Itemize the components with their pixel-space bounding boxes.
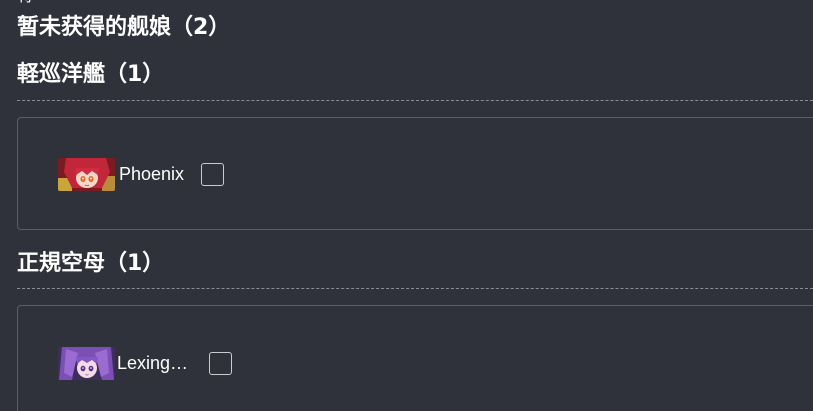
- section-divider: [17, 100, 813, 101]
- red-hair-avatar-icon: [58, 157, 115, 191]
- ship-name: Phoenix: [119, 163, 185, 184]
- ship-select-checkbox[interactable]: [201, 162, 224, 186]
- section-heading-fleet-carrier: 正規空母（1）: [17, 251, 165, 276]
- ship-collection-page: 将 暂未获得的舰娘（2） 軽巡洋艦（1）: [0, 0, 813, 411]
- ship-list-card-fleet-carrier: Lexing…: [17, 305, 813, 411]
- purple-hair-avatar-icon: [58, 346, 115, 380]
- ship-list-card-light-cruiser: Phoenix: [17, 117, 813, 230]
- ship-item-phoenix[interactable]: Phoenix: [58, 157, 224, 191]
- cut-off-text: 将: [17, 0, 33, 6]
- section-divider: [17, 288, 813, 289]
- unowned-ships-heading: 暂未获得的舰娘（2）: [17, 15, 231, 40]
- section-heading-light-cruiser: 軽巡洋艦（1）: [17, 62, 165, 87]
- ship-item-lexington[interactable]: Lexing…: [58, 346, 232, 380]
- ship-select-checkbox[interactable]: [209, 351, 232, 375]
- ship-name: Lexing…: [117, 352, 189, 373]
